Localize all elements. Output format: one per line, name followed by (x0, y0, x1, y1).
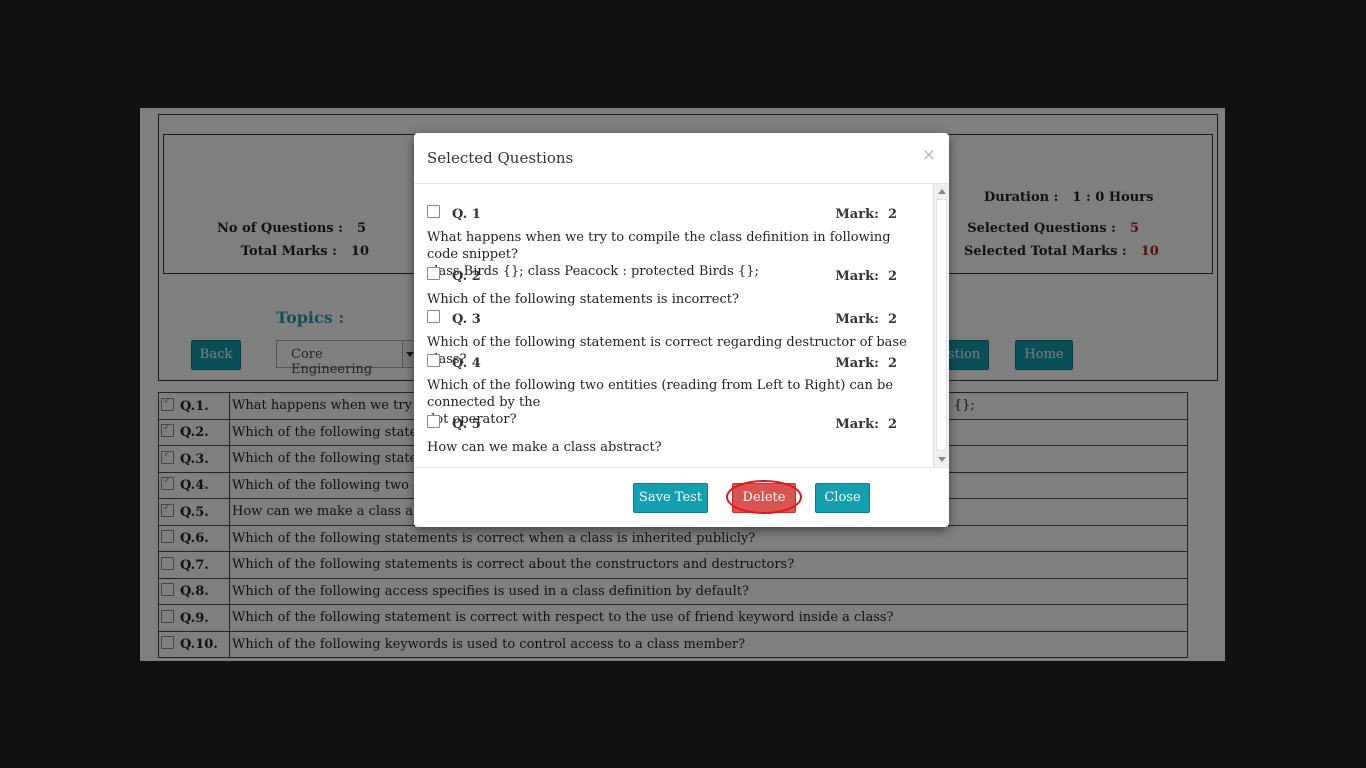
question-text-line: How can we make a class abstract? (427, 440, 662, 455)
modal-question-mark: Mark: 2 (835, 269, 897, 284)
modal-question-checkbox[interactable] (427, 310, 440, 323)
modal-question-number: Q. 5 (452, 417, 481, 432)
mark-label: Mark: (835, 312, 879, 327)
modal-question-number: Q. 4 (452, 356, 481, 371)
question-text-line: Which of the following two entities (rea… (427, 378, 894, 410)
mark-label: Mark: (835, 417, 879, 432)
modal-question-number: Q. 2 (452, 269, 481, 284)
modal-question-mark: Mark: 2 (835, 417, 897, 432)
selected-questions-modal: Selected Questions × Q. 1 Mark: 2 What hap… (414, 133, 949, 527)
modal-question-checkbox[interactable] (427, 267, 440, 280)
save-test-button[interactable]: Save Test (633, 483, 708, 513)
highlight-ring (726, 480, 802, 514)
modal-question-mark: Mark: 2 (835, 312, 897, 327)
question-text-line: What happens when we try to compile the … (427, 230, 891, 262)
modal-question-header: Q. 5 Mark: 2 (427, 415, 897, 433)
modal-body: Q. 1 Mark: 2 What happens when we try to c… (414, 184, 934, 467)
mark-value: 2 (887, 312, 897, 327)
scroll-down-icon[interactable] (938, 457, 946, 462)
modal-question-checkbox[interactable] (427, 354, 440, 367)
modal-footer: Save Test Delete Close (414, 467, 949, 527)
mark-value: 2 (887, 417, 897, 432)
scroll-up-icon[interactable] (938, 189, 946, 194)
mark-label: Mark: (835, 269, 879, 284)
modal-question-header: Q. 4 Mark: 2 (427, 354, 897, 372)
modal-question-checkbox[interactable] (427, 205, 440, 218)
modal-header: Selected Questions × (414, 133, 949, 184)
modal-question-mark: Mark: 2 (835, 207, 897, 222)
modal-question-mark: Mark: 2 (835, 356, 897, 371)
modal-question-header: Q. 2 Mark: 2 (427, 267, 897, 285)
modal-question-header: Q. 3 Mark: 2 (427, 310, 897, 328)
scrollbar[interactable] (933, 184, 949, 467)
close-icon[interactable]: × (922, 145, 936, 165)
modal-question-text: Which of the following statements is inc… (427, 291, 922, 308)
close-button[interactable]: Close (815, 483, 870, 513)
mark-label: Mark: (835, 207, 879, 222)
question-text-line: Which of the following statements is inc… (427, 292, 739, 307)
modal-question-header: Q. 1 Mark: 2 (427, 205, 897, 223)
mark-value: 2 (887, 207, 897, 222)
modal-question-number: Q. 3 (452, 312, 481, 327)
mark-value: 2 (887, 356, 897, 371)
modal-question-checkbox[interactable] (427, 415, 440, 428)
mark-label: Mark: (835, 356, 879, 371)
mark-value: 2 (887, 269, 897, 284)
modal-title: Selected Questions (427, 149, 574, 167)
modal-question-number: Q. 1 (452, 207, 481, 222)
modal-question-text: How can we make a class abstract? (427, 439, 922, 456)
scroll-thumb[interactable] (936, 199, 947, 451)
